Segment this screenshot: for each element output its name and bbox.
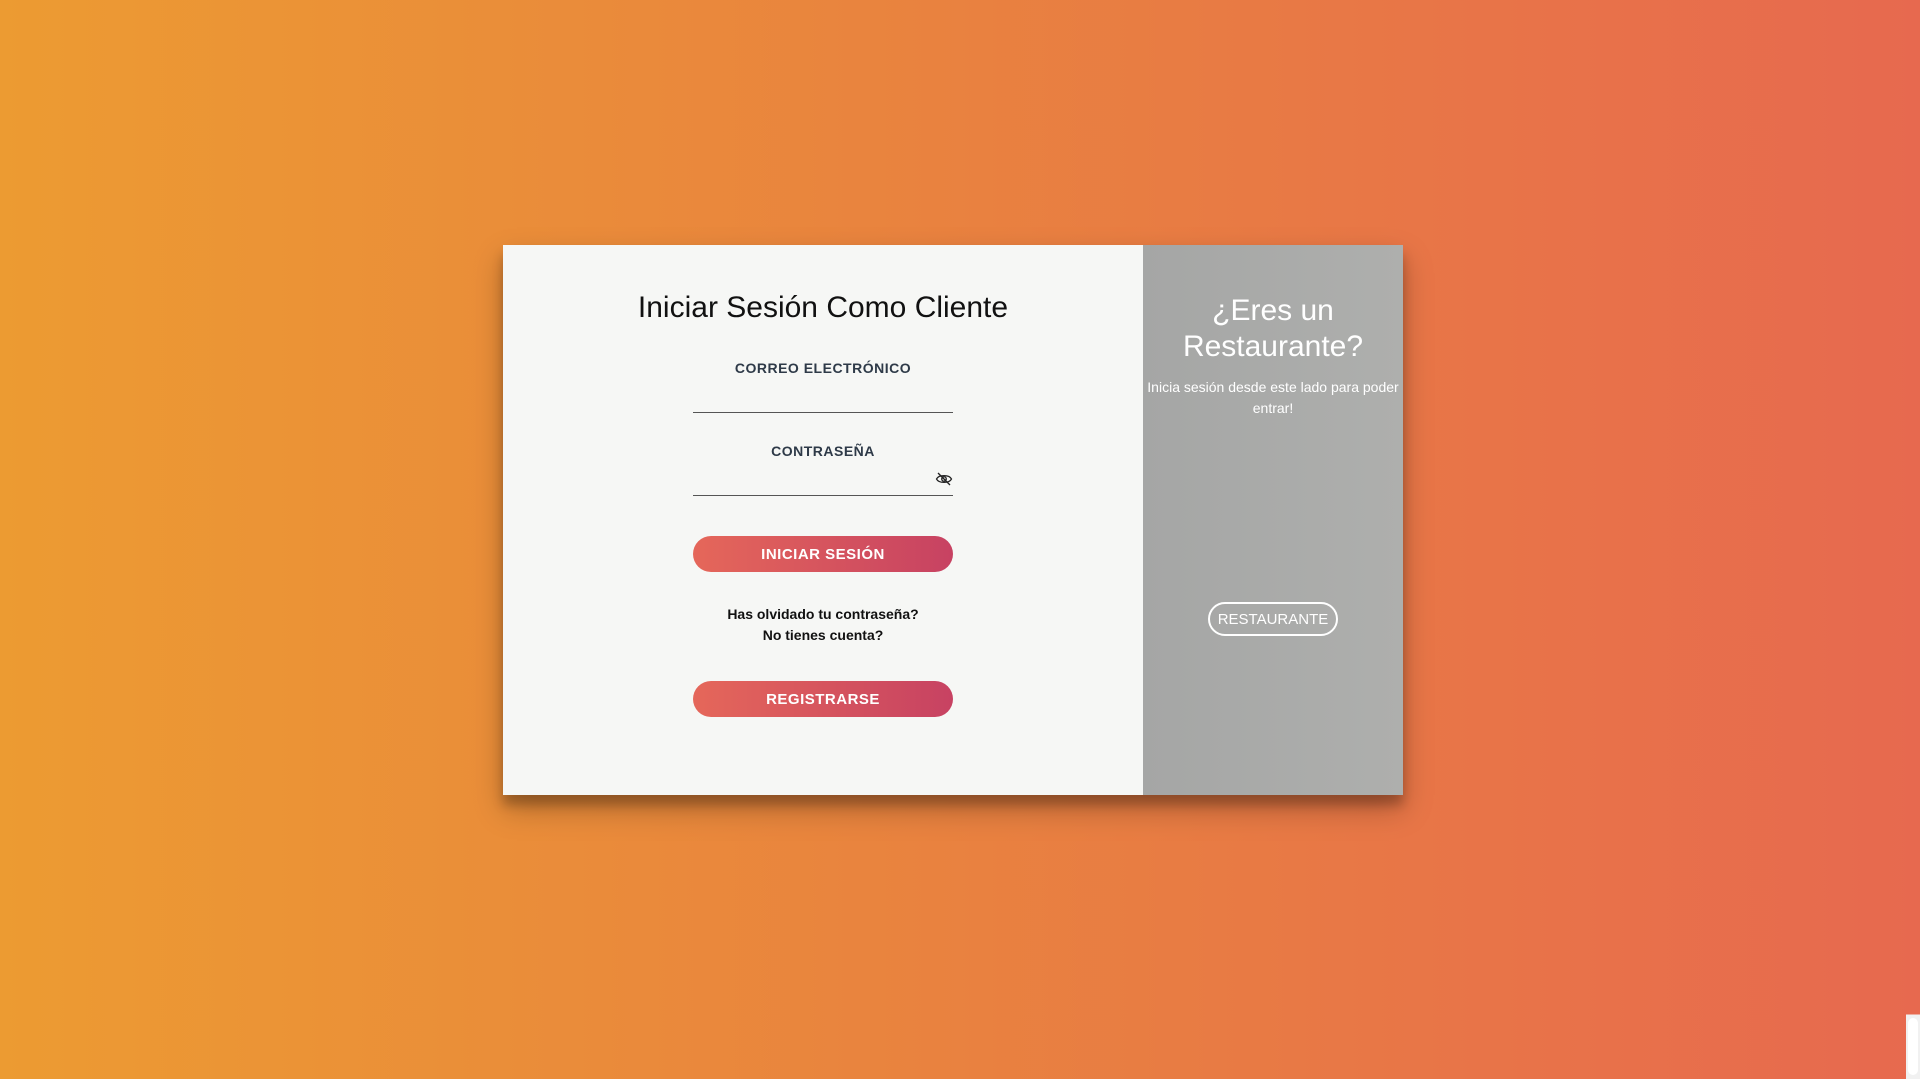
no-account-link[interactable]: No tienes cuenta? (727, 625, 918, 646)
login-card: Iniciar Sesión Como Cliente CORREO ELECT… (503, 245, 1403, 795)
client-login-panel: Iniciar Sesión Como Cliente CORREO ELECT… (503, 245, 1143, 795)
forgot-password-link[interactable]: Has olvidado tu contraseña? (727, 604, 918, 625)
scrollbar-thumb[interactable] (1908, 1018, 1918, 1075)
password-field[interactable] (693, 463, 927, 493)
email-field-wrapper (693, 380, 953, 413)
restaurant-button[interactable]: RESTAURANTE (1207, 602, 1339, 636)
email-field[interactable] (693, 380, 927, 410)
page-title: Iniciar Sesión Como Cliente (637, 291, 1009, 324)
login-button[interactable]: INICIAR SESIÓN (693, 536, 953, 572)
scrollbar-track[interactable] (1906, 0, 1920, 1079)
restaurant-title: ¿Eres un Restaurante? (1182, 294, 1364, 363)
restaurant-panel: ¿Eres un Restaurante? Inicia sesión desd… (1143, 245, 1403, 795)
account-links: Has olvidado tu contraseña? No tienes cu… (727, 604, 918, 646)
password-label: CONTRASEÑA (771, 443, 875, 459)
password-field-wrapper (693, 463, 953, 496)
email-label: CORREO ELECTRÓNICO (734, 360, 912, 376)
eye-slash-icon[interactable] (935, 471, 953, 487)
restaurant-subtitle: Inicia sesión desde este lado para poder… (1147, 379, 1399, 416)
register-button[interactable]: REGISTRARSE (693, 681, 953, 717)
